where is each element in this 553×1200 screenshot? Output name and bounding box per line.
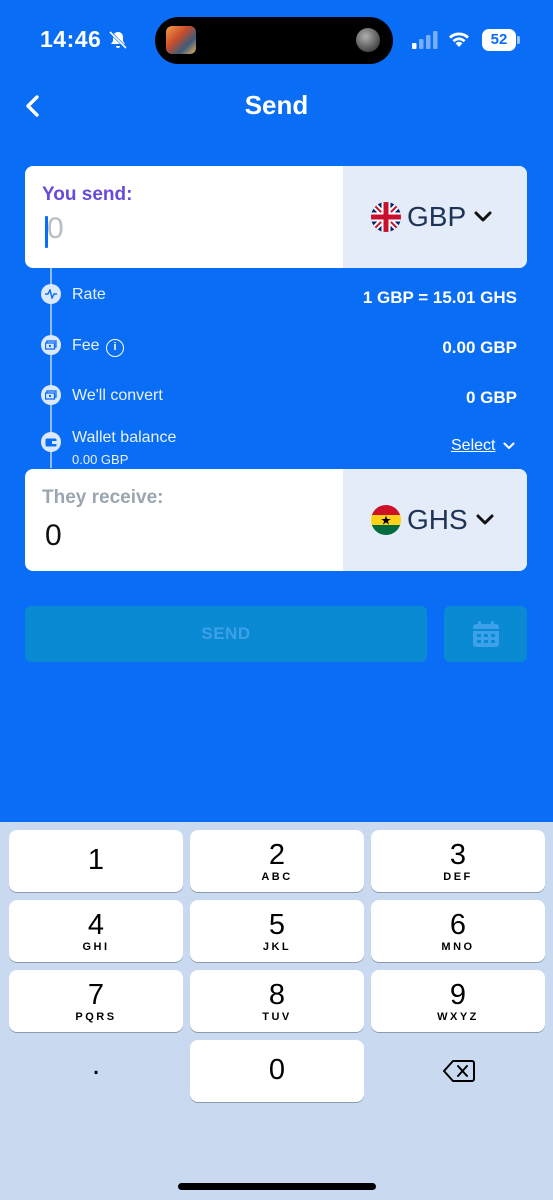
wallet-select-link[interactable]: Select	[451, 437, 495, 455]
send-currency-selector[interactable]: GBP	[343, 166, 527, 268]
fee-label: Fee	[72, 337, 100, 354]
page-title: Send	[244, 90, 309, 120]
send-amount-field[interactable]: You send:	[25, 166, 343, 268]
key-decimal[interactable]: .	[9, 1040, 183, 1102]
rate-label: Rate	[72, 286, 106, 303]
battery-level: 52	[482, 29, 516, 51]
battery-indicator: 52	[482, 29, 520, 51]
fee-cash-icon	[41, 335, 61, 355]
wallet-icon	[41, 432, 61, 452]
send-amount-input[interactable]	[47, 212, 307, 246]
key-delete[interactable]	[371, 1040, 545, 1102]
send-label: You send:	[42, 184, 133, 205]
key-7[interactable]: 7 PQRS	[9, 970, 183, 1032]
fee-value: 0.00 GBP	[442, 338, 517, 357]
camera-indicator	[356, 28, 380, 52]
key-3[interactable]: 3 DEF	[371, 830, 545, 892]
convert-value: 0 GBP	[465, 388, 517, 407]
receive-label: They receive:	[42, 487, 164, 508]
key-2[interactable]: 2 ABC	[190, 830, 364, 892]
key-8[interactable]: 8 TUV	[190, 970, 364, 1032]
info-icon[interactable]: i	[106, 339, 124, 357]
rate-icon	[41, 284, 61, 304]
receive-currency-selector[interactable]: GHS	[343, 469, 527, 571]
receive-amount-card: They receive: 0 GHS	[25, 469, 527, 571]
send-amount-card: You send: GBP	[25, 166, 527, 268]
now-playing-artwork[interactable]	[166, 26, 196, 54]
receive-amount-value: 0	[45, 519, 62, 552]
key-1[interactable]: 1	[9, 830, 183, 892]
key-4[interactable]: 4 GHI	[9, 900, 183, 962]
calendar-icon	[473, 621, 499, 647]
schedule-button[interactable]	[444, 606, 527, 662]
convert-label: We'll convert	[72, 387, 163, 404]
key-5[interactable]: 5 JKL	[190, 900, 364, 962]
ghana-flag-icon	[371, 505, 401, 535]
home-indicator	[178, 1183, 376, 1190]
wifi-icon	[449, 32, 469, 47]
receive-currency-code: GHS	[407, 504, 468, 535]
chevron-down-icon[interactable]	[503, 442, 515, 450]
send-button[interactable]: SEND	[25, 606, 427, 662]
rate-value: 1 GBP = 15.01 GHS	[362, 288, 517, 307]
receive-amount-field[interactable]: They receive: 0	[25, 469, 343, 571]
key-0[interactable]: 0	[190, 1040, 364, 1102]
cellular-signal-icon	[412, 31, 438, 49]
backspace-icon	[443, 1060, 475, 1082]
bell-slash-icon	[108, 30, 128, 50]
key-9[interactable]: 9 WXYZ	[371, 970, 545, 1032]
chevron-down-icon	[474, 211, 492, 222]
key-6[interactable]: 6 MNO	[371, 900, 545, 962]
chevron-down-icon	[476, 514, 494, 525]
send-currency-code: GBP	[407, 201, 467, 232]
uk-flag-icon	[371, 202, 401, 232]
wallet-label: Wallet balance	[72, 429, 177, 446]
convert-cash-icon	[41, 385, 61, 405]
wallet-balance-value: 0.00 GBP	[72, 452, 129, 467]
status-time: 14:46	[40, 26, 102, 52]
